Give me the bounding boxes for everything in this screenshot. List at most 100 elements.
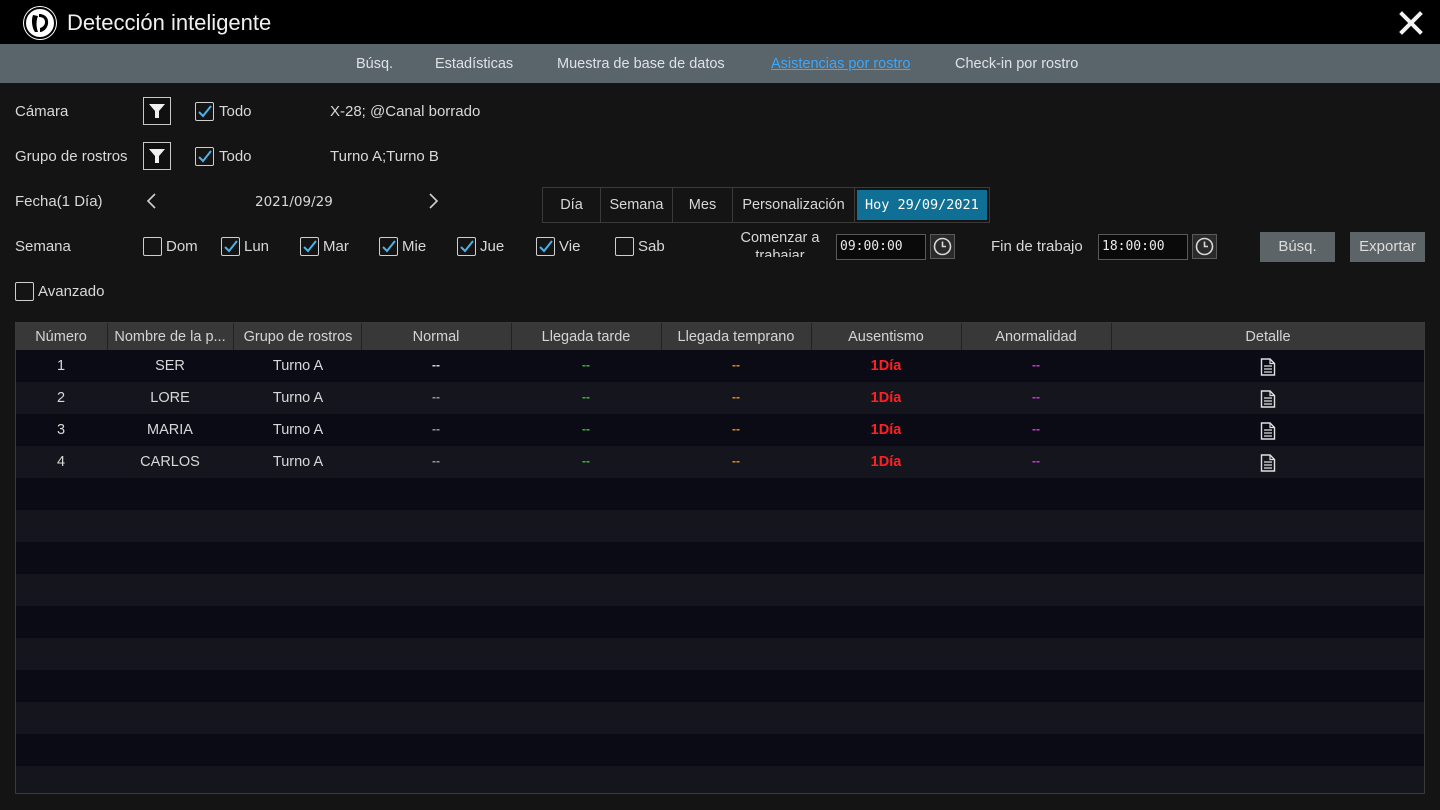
day-sat-label: Sab xyxy=(638,238,665,255)
cell-absence: 1Día xyxy=(870,422,902,438)
face-group-label: Grupo de rostros xyxy=(15,148,128,165)
camera-all-label: Todo xyxy=(219,103,252,120)
cell-late: -- xyxy=(582,390,590,404)
export-button[interactable]: Exportar xyxy=(1350,232,1425,262)
filter-icon xyxy=(149,149,165,163)
cell-face-group: Turno A xyxy=(272,454,324,470)
table-row[interactable]: 2 LORE Turno A -- -- -- 1Día -- xyxy=(16,382,1424,414)
empty-row xyxy=(16,478,1424,510)
col-abnormal[interactable]: Anormalidad xyxy=(962,329,1110,345)
face-group-filter-button[interactable] xyxy=(143,142,171,170)
start-work-clock-icon[interactable] xyxy=(930,234,955,259)
col-detail[interactable]: Detalle xyxy=(1112,329,1424,345)
document-icon[interactable] xyxy=(1260,422,1276,444)
end-work-label: Fin de trabajo xyxy=(991,238,1083,255)
camera-label: Cámara xyxy=(15,103,69,120)
window-title: Detección inteligente xyxy=(67,10,272,35)
day-fri-label: Vie xyxy=(559,238,581,255)
day-wed-checkbox[interactable] xyxy=(379,237,398,256)
column-divider xyxy=(107,323,108,350)
today-button[interactable]: Hoy 29/09/2021 xyxy=(857,190,987,220)
advanced-checkbox[interactable] xyxy=(15,282,34,301)
table-row[interactable]: 1 SER Turno A -- -- -- 1Día -- xyxy=(16,350,1424,382)
empty-row xyxy=(16,670,1424,702)
col-late[interactable]: Llegada tarde xyxy=(512,329,660,345)
start-work-label: Comenzar a trabajar xyxy=(740,229,820,257)
tab-search[interactable]: Búsq. xyxy=(356,56,393,72)
tab-statistics[interactable]: Estadísticas xyxy=(435,56,513,72)
cell-name: MARIA xyxy=(147,422,193,438)
start-work-time-input[interactable]: 09:00:00 xyxy=(836,234,926,260)
column-divider xyxy=(661,323,662,350)
cell-face-group: Turno A xyxy=(272,422,324,438)
day-tue-checkbox[interactable] xyxy=(300,237,319,256)
empty-row xyxy=(16,734,1424,766)
range-month-button[interactable]: Mes xyxy=(673,188,733,222)
document-icon[interactable] xyxy=(1260,358,1276,380)
col-face-group[interactable]: Grupo de rostros xyxy=(234,329,362,345)
cell-absence: 1Día xyxy=(870,390,902,406)
cell-name: CARLOS xyxy=(140,454,200,470)
attendance-table: Número Nombre de la p... Grupo de rostro… xyxy=(15,322,1425,794)
check-icon xyxy=(460,240,474,253)
document-icon[interactable] xyxy=(1260,454,1276,476)
week-label: Semana xyxy=(15,238,71,255)
check-icon xyxy=(382,240,396,253)
cell-number: 1 xyxy=(56,358,66,374)
cell-abnormal: -- xyxy=(1032,358,1040,372)
day-fri-checkbox[interactable] xyxy=(536,237,555,256)
column-divider xyxy=(811,323,812,350)
title-bar: Detección inteligente xyxy=(0,0,1440,44)
col-normal[interactable]: Normal xyxy=(362,329,510,345)
column-divider xyxy=(511,323,512,350)
check-icon xyxy=(539,240,553,253)
empty-row xyxy=(16,638,1424,670)
end-work-time-input[interactable]: 18:00:00 xyxy=(1098,234,1188,260)
empty-row xyxy=(16,542,1424,574)
end-work-clock-icon[interactable] xyxy=(1192,234,1217,259)
prev-date-chevron-icon[interactable] xyxy=(145,192,159,214)
camera-value: X-28; @Canal borrado xyxy=(330,103,481,120)
col-early[interactable]: Llegada temprano xyxy=(662,329,810,345)
col-name[interactable]: Nombre de la p... xyxy=(108,329,232,345)
cell-normal: -- xyxy=(432,358,440,372)
range-week-button[interactable]: Semana xyxy=(601,188,673,222)
day-sat-checkbox[interactable] xyxy=(615,237,634,256)
tab-bar: Búsq. Estadísticas Muestra de base de da… xyxy=(0,44,1440,83)
empty-row xyxy=(16,606,1424,638)
next-date-chevron-icon[interactable] xyxy=(426,192,440,214)
cell-normal: -- xyxy=(432,390,440,404)
cell-early: -- xyxy=(732,454,740,468)
table-row[interactable]: 4 CARLOS Turno A -- -- -- 1Día -- xyxy=(16,446,1424,478)
start-work-label-line2: trabajar xyxy=(755,248,805,257)
date-label: Fecha(1 Día) xyxy=(15,193,103,210)
document-icon[interactable] xyxy=(1260,390,1276,412)
col-number[interactable]: Número xyxy=(16,329,106,345)
column-divider xyxy=(361,323,362,350)
day-thu-label: Jue xyxy=(480,238,505,255)
range-day-button[interactable]: Día xyxy=(543,188,601,222)
day-sun-checkbox[interactable] xyxy=(143,237,162,256)
cell-early: -- xyxy=(732,390,740,404)
cell-late: -- xyxy=(582,358,590,372)
cell-normal: -- xyxy=(432,454,440,468)
col-absence[interactable]: Ausentismo xyxy=(812,329,960,345)
table-row[interactable]: 3 MARIA Turno A -- -- -- 1Día -- xyxy=(16,414,1424,446)
empty-row xyxy=(16,702,1424,734)
tab-face-checkin[interactable]: Check-in por rostro xyxy=(955,56,1078,72)
tab-database-sample[interactable]: Muestra de base de datos xyxy=(557,56,725,72)
cell-late: -- xyxy=(582,422,590,436)
empty-row xyxy=(16,574,1424,606)
search-button[interactable]: Búsq. xyxy=(1260,232,1335,262)
day-mon-checkbox[interactable] xyxy=(221,237,240,256)
camera-all-checkbox[interactable] xyxy=(195,102,214,121)
day-thu-checkbox[interactable] xyxy=(457,237,476,256)
close-icon[interactable] xyxy=(1398,10,1424,36)
cell-number: 2 xyxy=(56,390,66,406)
tab-face-attendance[interactable]: Asistencias por rostro xyxy=(771,56,910,72)
range-custom-button[interactable]: Personalización xyxy=(733,188,855,222)
cell-abnormal: -- xyxy=(1032,422,1040,436)
cell-absence: 1Día xyxy=(870,454,902,470)
camera-filter-button[interactable] xyxy=(143,97,171,125)
face-group-all-checkbox[interactable] xyxy=(195,147,214,166)
